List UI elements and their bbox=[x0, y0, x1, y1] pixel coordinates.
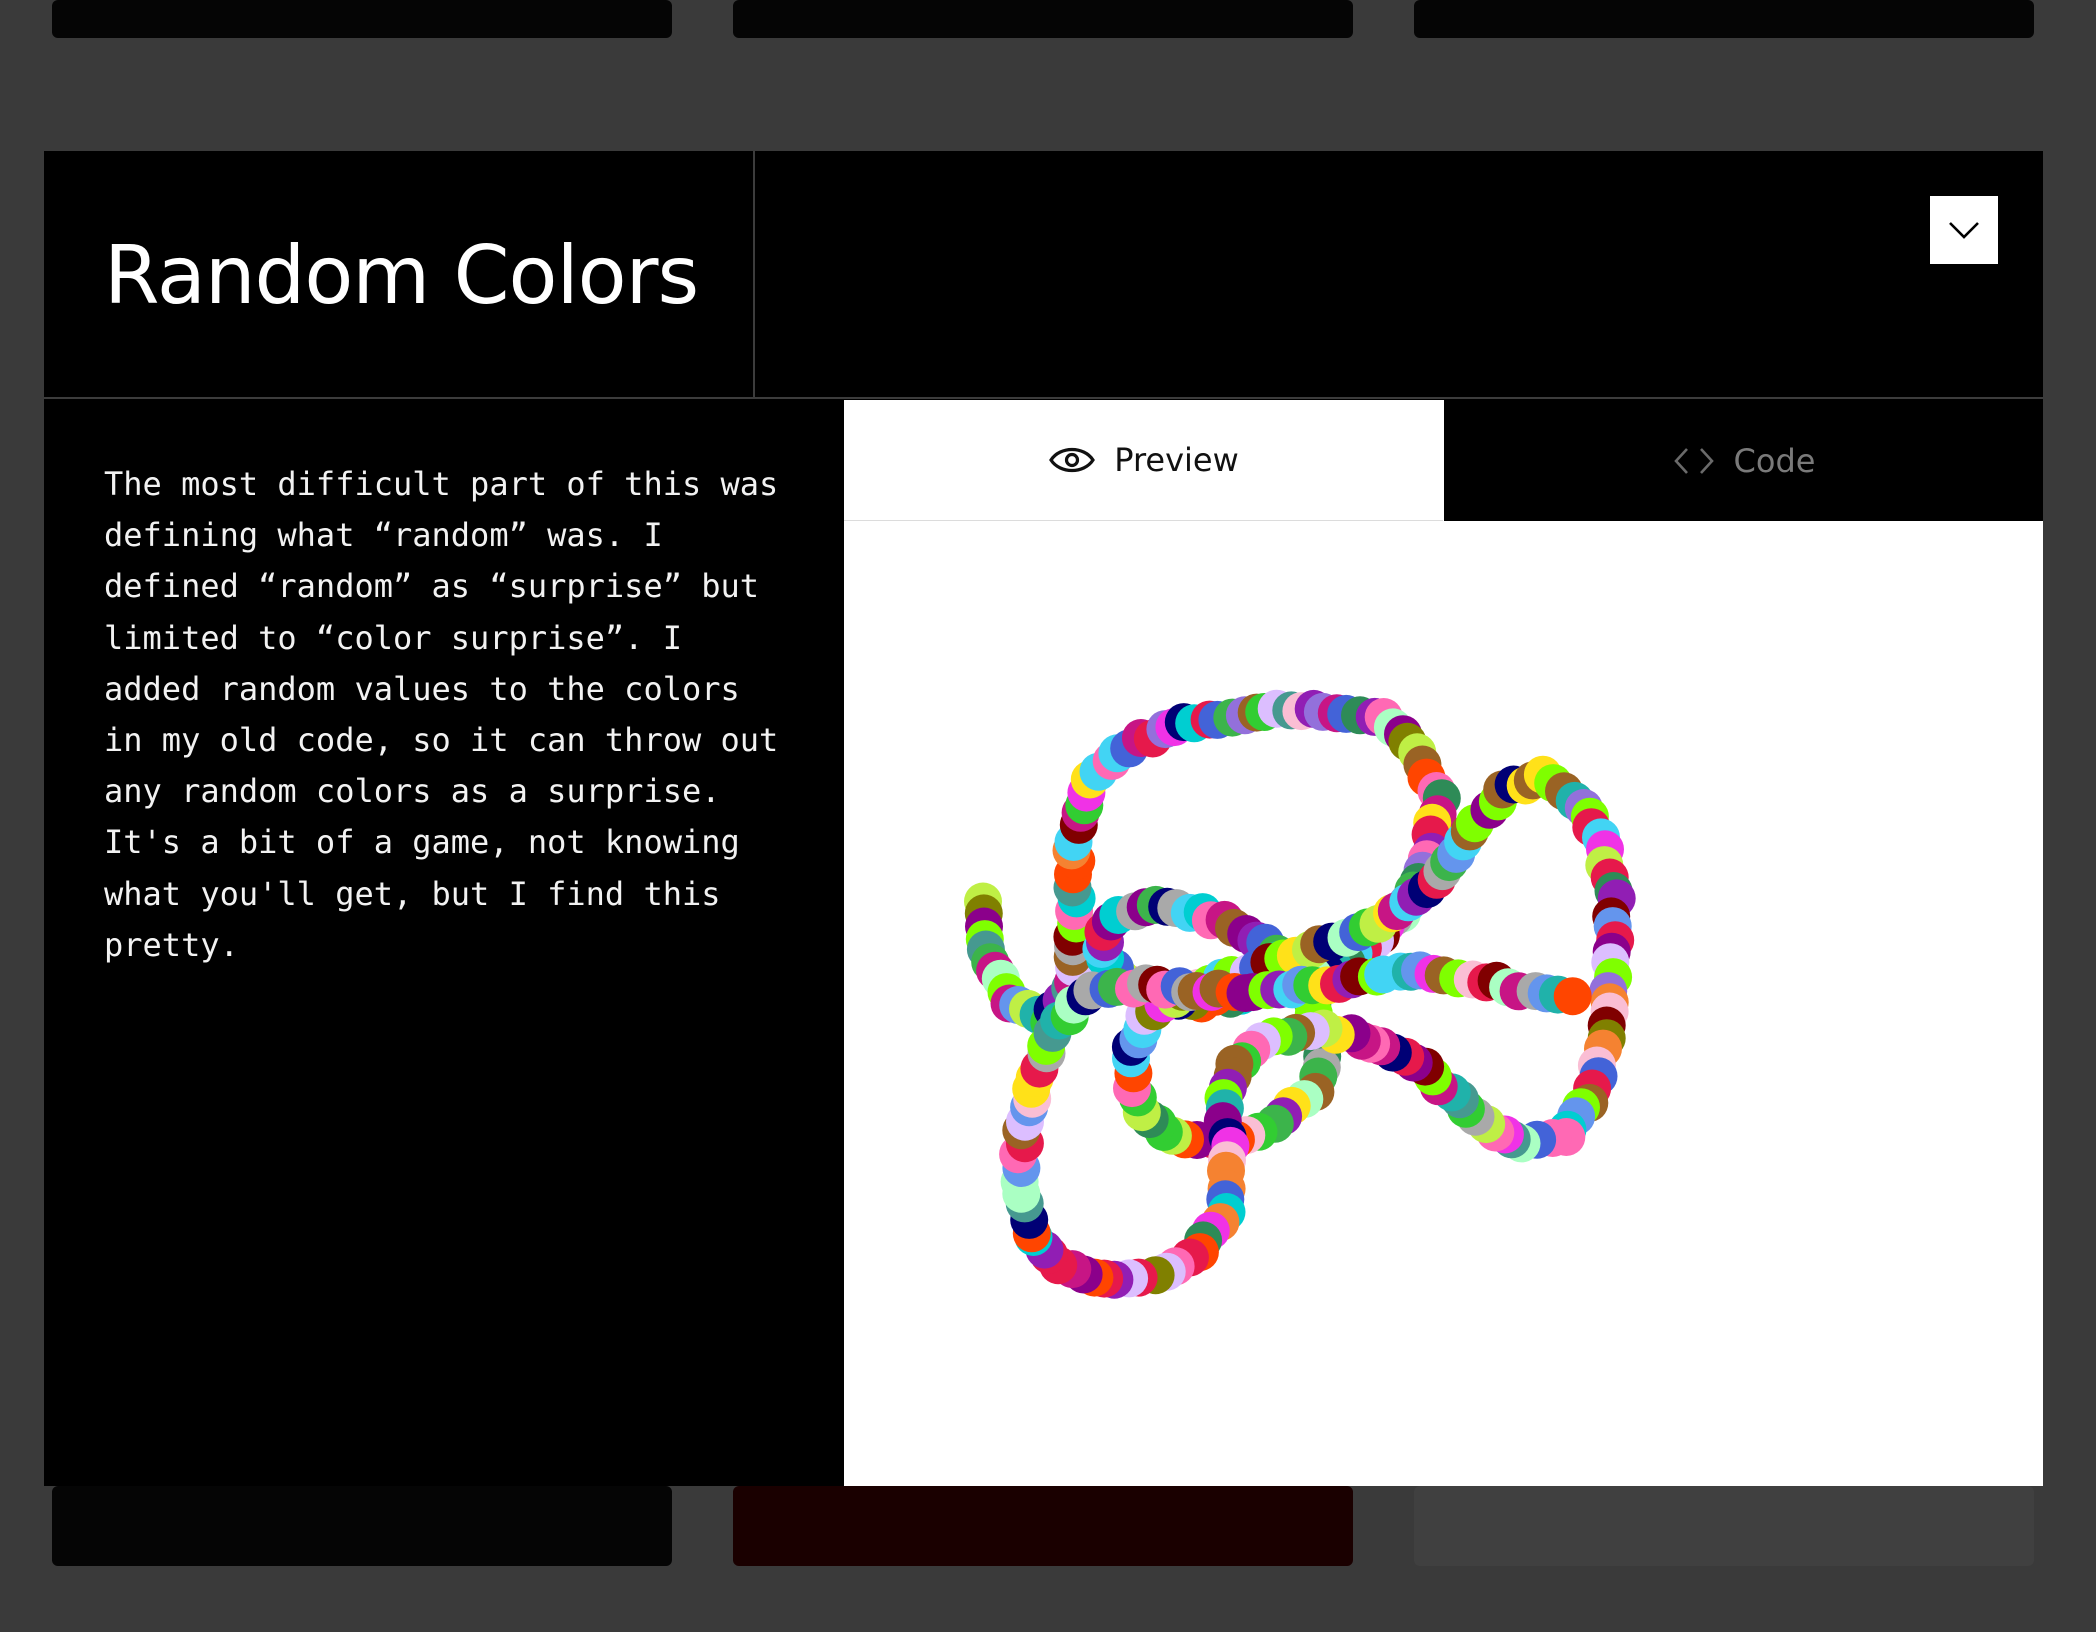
background-card bbox=[733, 1486, 1353, 1566]
preview-area bbox=[844, 521, 2043, 1486]
canvas-edge bbox=[1657, 521, 2043, 1486]
modal-header: Random Colors bbox=[44, 151, 2043, 399]
tab-code-label: Code bbox=[1733, 441, 1816, 480]
sketch-canvas bbox=[964, 521, 2043, 1486]
preview-panel: Preview Code bbox=[844, 400, 2043, 1486]
view-tabs: Preview Code bbox=[844, 400, 2043, 521]
project-modal: Random Colors The most difficult part of… bbox=[44, 151, 2043, 1486]
background-card bbox=[52, 1486, 672, 1566]
project-description: The most difficult part of this was defi… bbox=[104, 465, 779, 964]
tab-code[interactable]: Code bbox=[1444, 400, 2043, 521]
chevron-down-icon bbox=[1949, 222, 1979, 239]
code-icon bbox=[1672, 446, 1716, 476]
eye-icon bbox=[1048, 443, 1096, 477]
background-card bbox=[52, 0, 672, 38]
header-divider bbox=[753, 151, 755, 399]
background-card bbox=[733, 0, 1353, 38]
background-card bbox=[1414, 0, 2034, 38]
color-dot bbox=[1553, 977, 1592, 1016]
tab-preview[interactable]: Preview bbox=[844, 400, 1443, 521]
collapse-button[interactable] bbox=[1930, 196, 1998, 264]
modal-title: Random Colors bbox=[104, 229, 699, 322]
background-card bbox=[1414, 1486, 2034, 1566]
tab-preview-label: Preview bbox=[1114, 441, 1239, 479]
